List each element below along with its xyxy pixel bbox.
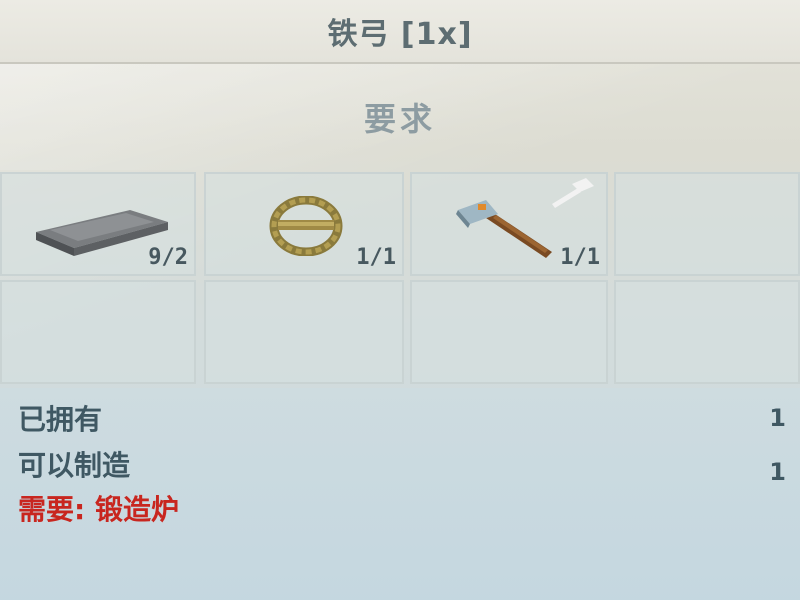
crafting-panel: 铁弓 [1x] 要求 9/2 1/1 1/1 已拥有 1 可以制造 1 需要: … — [0, 0, 800, 600]
ingredient-count: 1/1 — [356, 245, 396, 270]
empty-slot[interactable] — [614, 280, 800, 384]
ingredient-count: 9/2 — [148, 245, 188, 270]
ingredient-grid: 9/2 1/1 1/1 — [0, 172, 800, 386]
item-title-text: 铁弓 [1x] — [327, 17, 473, 52]
empty-slot[interactable] — [0, 280, 196, 384]
info-panel: 已拥有 1 可以制造 1 需要: 锻造炉 — [0, 388, 800, 600]
station-requirement-text: 需要: 锻造炉 — [18, 493, 179, 526]
owned-row: 已拥有 1 — [18, 398, 786, 438]
owned-label: 已拥有 — [18, 403, 103, 436]
ingredient-count: 1/1 — [560, 245, 600, 270]
craftable-label: 可以制造 — [18, 449, 131, 482]
rope-coil-icon — [269, 196, 343, 256]
ingredient-slot[interactable]: 1/1 — [410, 172, 608, 276]
tool-requirement-icon — [552, 178, 594, 208]
requirements-header: 要求 — [0, 64, 800, 170]
owned-value: 1 — [769, 404, 786, 432]
craftable-row: 可以制造 1 — [18, 444, 786, 486]
empty-slot[interactable] — [410, 280, 608, 384]
craftable-value: 1 — [769, 458, 786, 486]
requirements-header-text: 要求 — [363, 100, 436, 138]
ingredient-slot[interactable]: 1/1 — [204, 172, 404, 276]
ingredient-slot[interactable]: 9/2 — [0, 172, 196, 276]
empty-slot[interactable] — [204, 280, 404, 384]
empty-slot[interactable] — [614, 172, 800, 276]
item-title: 铁弓 [1x] — [0, 0, 800, 64]
station-requirement-row: 需要: 锻造炉 — [18, 488, 786, 528]
